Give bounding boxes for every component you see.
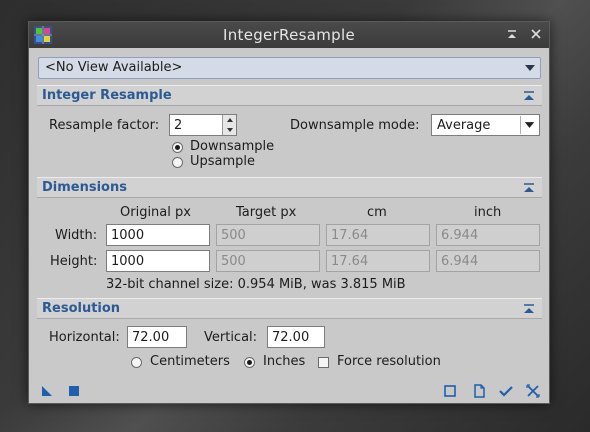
resample-factor-value: 2 <box>174 118 183 133</box>
width-inch-field: 6.944 <box>436 224 540 246</box>
centimeters-label: Centimeters <box>150 354 230 369</box>
section-title: Dimensions <box>42 180 127 195</box>
height-original-field[interactable]: 1000 <box>106 250 210 272</box>
force-resolution-label: Force resolution <box>337 354 441 369</box>
chevron-down-icon[interactable] <box>520 116 538 134</box>
downsample-label: Downsample <box>190 139 275 154</box>
spin-up-icon[interactable] <box>223 115 237 125</box>
downsample-mode-label: Downsample mode: <box>290 118 420 133</box>
inches-label: Inches <box>263 354 306 369</box>
section-title: Integer Resample <box>42 88 172 103</box>
downsample-mode-value: Average <box>437 118 491 133</box>
width-original-field[interactable]: 1000 <box>106 224 210 246</box>
collapse-icon[interactable] <box>523 90 535 102</box>
header-target-px: Target px <box>236 205 297 220</box>
width-cm-field: 17.64 <box>326 224 430 246</box>
view-selector-value: <No View Available> <box>45 60 183 75</box>
horizontal-label: Horizontal: <box>49 330 120 345</box>
height-cm-field: 17.64 <box>326 250 430 272</box>
upsample-label: Upsample <box>190 154 256 169</box>
spin-down-icon[interactable] <box>223 125 237 135</box>
edit-instance-icon[interactable] <box>472 384 486 398</box>
resample-factor-spinbox[interactable]: 2 <box>169 114 237 136</box>
browse-documentation-icon[interactable] <box>443 384 457 398</box>
collapse-icon[interactable] <box>523 303 535 315</box>
centimeters-radio[interactable] <box>131 357 142 368</box>
shade-icon[interactable] <box>505 27 519 41</box>
collapse-icon[interactable] <box>523 182 535 194</box>
inches-radio[interactable] <box>244 357 255 368</box>
reset-icon[interactable] <box>526 384 540 398</box>
section-title: Resolution <box>42 301 121 316</box>
downsample-mode-select[interactable]: Average <box>431 114 540 136</box>
section-dimensions[interactable]: Dimensions <box>37 177 542 198</box>
title-bar[interactable]: IntegerResample <box>29 22 549 48</box>
new-instance-triangle-icon[interactable] <box>40 384 54 398</box>
view-selector[interactable]: <No View Available> <box>38 57 541 79</box>
chevron-down-icon[interactable] <box>522 60 538 76</box>
section-integer-resample[interactable]: Integer Resample <box>37 85 542 106</box>
integer-resample-window: IntegerResample <No View Available> Inte… <box>28 21 550 404</box>
header-inch: inch <box>474 205 502 220</box>
channel-size-text: 32-bit channel size: 0.954 MiB, was 3.81… <box>106 277 406 292</box>
section-resolution[interactable]: Resolution <box>37 298 542 319</box>
spin-buttons[interactable] <box>222 115 236 135</box>
height-target-field: 500 <box>216 250 320 272</box>
close-icon[interactable] <box>529 27 543 41</box>
upsample-radio[interactable] <box>172 157 183 168</box>
height-inch-field: 6.944 <box>436 250 540 272</box>
horizontal-resolution-field[interactable]: 72.00 <box>127 326 187 348</box>
window-title: IntegerResample <box>223 26 355 44</box>
force-resolution-checkbox[interactable] <box>318 357 329 368</box>
resample-factor-label: Resample factor: <box>49 118 160 133</box>
header-original-px: Original px <box>120 205 191 220</box>
width-target-field: 500 <box>216 224 320 246</box>
height-label: Height: <box>50 254 98 269</box>
apply-global-square-icon[interactable] <box>67 384 81 398</box>
width-label: Width: <box>55 228 98 243</box>
vertical-label: Vertical: <box>204 330 258 345</box>
header-cm: cm <box>367 205 387 220</box>
downsample-radio[interactable] <box>172 142 183 153</box>
vertical-resolution-field[interactable]: 72.00 <box>267 326 325 348</box>
apply-checkmark-icon[interactable] <box>499 384 513 398</box>
